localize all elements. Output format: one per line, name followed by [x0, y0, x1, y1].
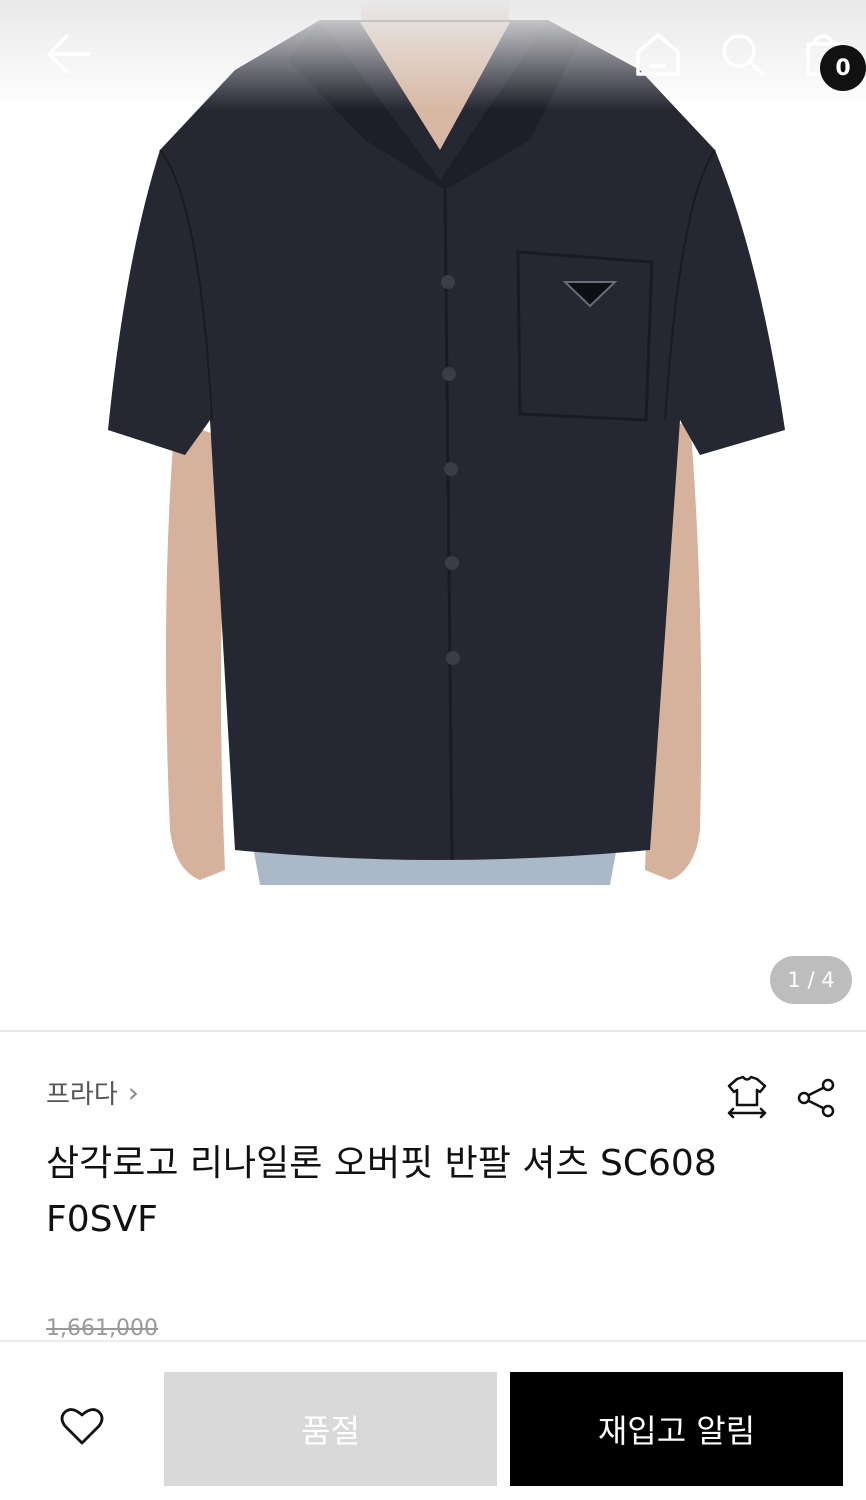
size-guide-icon[interactable] [722, 1072, 772, 1122]
heart-icon[interactable] [50, 1394, 114, 1458]
brand-link[interactable]: 프라다 › [46, 1074, 139, 1110]
original-price: 1,661,000 [46, 1316, 158, 1341]
bottom-action-bar: 품절 재입고 알림 [0, 1340, 866, 1500]
soldout-button[interactable]: 품절 [164, 1372, 497, 1486]
product-title: 삼각로고 리나일론 오버핏 반팔 셔츠 SC608 F0SVF [46, 1143, 717, 1240]
back-arrow-icon[interactable] [36, 22, 100, 86]
home-icon[interactable] [626, 22, 690, 86]
image-page-indicator: 1 / 4 [770, 956, 852, 1004]
top-navigation: 0 [0, 0, 866, 110]
cart-count-badge: 0 [820, 45, 866, 91]
product-image [0, 0, 866, 1030]
restock-alert-button[interactable]: 재입고 알림 [510, 1372, 843, 1486]
divider [0, 1030, 866, 1032]
search-icon[interactable] [710, 22, 774, 86]
chevron-right-icon: › [127, 1075, 139, 1109]
product-gallery[interactable]: 0 1 / 4 [0, 0, 866, 1030]
share-icon[interactable] [792, 1074, 840, 1122]
brand-name: 프라다 [46, 1079, 118, 1110]
